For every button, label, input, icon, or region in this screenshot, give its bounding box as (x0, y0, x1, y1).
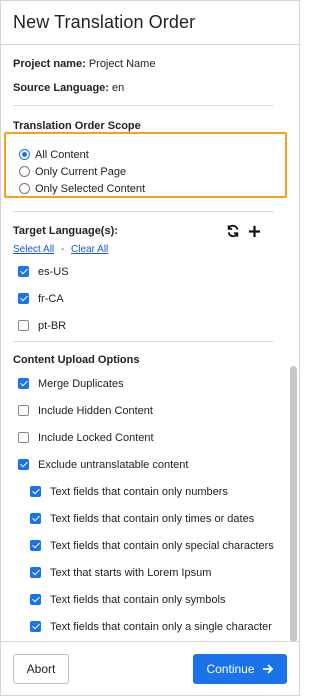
divider (13, 211, 274, 212)
checkbox[interactable] (30, 621, 41, 632)
language-label: es-US (38, 265, 69, 278)
scope-title: Translation Order Scope (13, 120, 141, 132)
links-separator: - (60, 244, 65, 255)
checkbox[interactable] (18, 432, 29, 443)
target-language-title: Target Language(s): (13, 225, 118, 237)
checkbox[interactable] (18, 266, 29, 277)
untranslatable-sub-options: Text fields that contain only numbers Te… (18, 478, 277, 640)
option-include-locked[interactable]: Include Locked Content (18, 424, 277, 451)
option-label: Include Locked Content (38, 431, 154, 444)
arrow-right-icon (262, 664, 273, 674)
language-label: fr-CA (38, 292, 64, 305)
project-info: Project name: Project Name Source Langua… (13, 46, 277, 95)
target-language-list: es-US fr-CA pt-BR (13, 258, 277, 339)
continue-button[interactable]: Continue (193, 654, 287, 684)
project-name-value: Project Name (88, 58, 156, 70)
option-label: Exclude untranslatable content (38, 458, 189, 471)
divider (13, 105, 274, 106)
sub-option-special-characters[interactable]: Text fields that contain only special ch… (30, 532, 277, 559)
sub-option-label: Text that starts with Lorem Ipsum (50, 566, 212, 579)
sub-option-numbers[interactable]: Text fields that contain only numbers (30, 478, 277, 505)
checkbox[interactable] (18, 293, 29, 304)
sub-option-label: Text fields that contain only a single c… (50, 620, 272, 633)
checkbox[interactable] (18, 320, 29, 331)
option-exclude-untranslatable[interactable]: Exclude untranslatable content (18, 451, 277, 478)
sub-option-symbols[interactable]: Text fields that contain only symbols (30, 586, 277, 613)
language-item-pt-br[interactable]: pt-BR (18, 312, 277, 339)
scope-highlight-box (4, 132, 287, 198)
sub-option-label: Text fields that contain only symbols (50, 593, 226, 606)
language-item-es-us[interactable]: es-US (18, 258, 277, 285)
sub-option-label: Text fields that contain only times or d… (50, 512, 255, 525)
language-label: pt-BR (38, 319, 67, 332)
option-include-hidden[interactable]: Include Hidden Content (18, 397, 277, 424)
checkbox[interactable] (30, 567, 41, 578)
target-language-actions (226, 224, 261, 238)
option-label: Include Hidden Content (38, 404, 153, 417)
checkbox[interactable] (18, 378, 29, 389)
panel-footer: Abort Continue (1, 641, 299, 695)
project-name-label: Project name: (13, 58, 86, 70)
checkbox[interactable] (30, 594, 41, 605)
sub-option-single-character[interactable]: Text fields that contain only a single c… (30, 613, 277, 640)
panel-title: New Translation Order (13, 12, 196, 32)
sub-option-times-dates[interactable]: Text fields that contain only times or d… (30, 505, 277, 532)
checkbox[interactable] (18, 459, 29, 470)
checkbox[interactable] (30, 540, 41, 551)
refresh-icon[interactable] (226, 224, 240, 238)
sub-option-lorem-ipsum[interactable]: Text that starts with Lorem Ipsum (30, 559, 277, 586)
source-language-value: en (112, 82, 125, 94)
source-language-label: Source Language: (13, 82, 109, 94)
continue-label: Continue (206, 662, 255, 676)
option-merge-duplicates[interactable]: Merge Duplicates (18, 370, 277, 397)
checkbox[interactable] (30, 513, 41, 524)
divider (13, 341, 274, 342)
source-language-row: Source Language: en (13, 81, 277, 95)
language-item-fr-ca[interactable]: fr-CA (18, 285, 277, 312)
scrollbar-thumb[interactable] (290, 366, 297, 642)
target-language-header: Target Language(s): (13, 224, 277, 238)
project-name-row: Project name: Project Name (13, 57, 277, 71)
upload-options-list: Merge Duplicates Include Hidden Content … (13, 370, 277, 640)
sub-option-label: Text fields that contain only numbers (50, 485, 228, 498)
abort-button[interactable]: Abort (13, 654, 69, 684)
add-icon[interactable] (248, 225, 261, 238)
option-label: Merge Duplicates (38, 377, 124, 390)
sub-option-label: Text fields that contain only special ch… (50, 539, 274, 552)
clear-all-link[interactable]: Clear All (71, 244, 108, 255)
panel-header: New Translation Order (1, 1, 299, 45)
checkbox[interactable] (18, 405, 29, 416)
select-links: Select All - Clear All (13, 244, 277, 255)
translation-order-panel: New Translation Order Project name: Proj… (0, 0, 300, 696)
panel-body: Project name: Project Name Source Langua… (1, 46, 299, 641)
checkbox[interactable] (30, 486, 41, 497)
upload-options-title: Content Upload Options (13, 354, 140, 366)
select-all-link[interactable]: Select All (13, 244, 54, 255)
abort-label: Abort (26, 662, 56, 676)
